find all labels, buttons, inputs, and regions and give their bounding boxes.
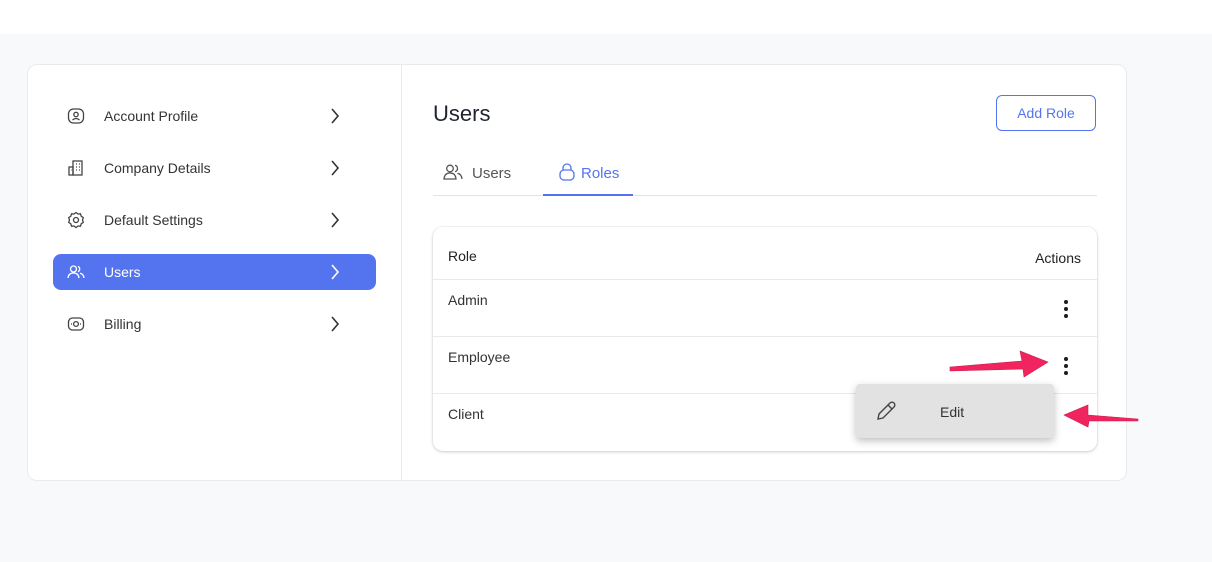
annotation-arrow-icon [949, 350, 1049, 378]
account-profile-icon [67, 108, 85, 124]
tab-users[interactable]: Users [441, 151, 531, 196]
chevron-right-icon [331, 108, 340, 124]
users-icon [67, 265, 85, 279]
sidebar-item-label: Billing [104, 316, 142, 332]
role-name: Employee [448, 349, 511, 365]
chevron-right-icon [331, 212, 340, 228]
building-icon [68, 160, 83, 176]
sidebar-item-label: Default Settings [104, 212, 203, 228]
billing-icon [67, 317, 85, 331]
add-role-button[interactable]: Add Role [996, 95, 1096, 131]
column-header-actions: Actions [1035, 250, 1081, 266]
row-actions-menu: Edit [856, 384, 1054, 438]
lock-icon [559, 163, 575, 181]
users-icon [443, 164, 463, 180]
role-name: Client [448, 406, 484, 422]
tab-label: Users [472, 165, 512, 182]
sidebar-item-label: Users [104, 264, 141, 280]
sidebar-item-default-settings[interactable]: Default Settings [53, 202, 376, 238]
pencil-icon [877, 401, 896, 420]
tab-bar: Users Roles [433, 151, 1097, 196]
column-header-role: Role [448, 248, 477, 264]
chevron-right-icon [331, 316, 340, 332]
sidebar-item-label: Company Details [104, 160, 211, 176]
sidebar-item-users[interactable]: Users [53, 254, 376, 290]
sidebar-item-account-profile[interactable]: Account Profile [53, 98, 376, 134]
menu-item-edit[interactable]: Edit [856, 384, 1054, 438]
menu-item-label: Edit [940, 404, 965, 420]
more-actions-icon[interactable] [1055, 354, 1077, 378]
chevron-right-icon [331, 160, 340, 176]
annotation-arrow-icon [1063, 404, 1139, 428]
more-actions-icon[interactable] [1055, 297, 1077, 321]
chevron-right-icon [331, 264, 340, 280]
role-name: Admin [448, 292, 488, 308]
table-row: Admin [433, 279, 1097, 336]
sidebar-item-billing[interactable]: Billing [53, 306, 376, 342]
settings-sidebar: Account Profile Company Details Default … [28, 65, 402, 480]
sidebar-item-label: Account Profile [104, 108, 199, 124]
gear-icon [67, 211, 85, 229]
tab-label: Roles [581, 165, 620, 182]
sidebar-item-company-details[interactable]: Company Details [53, 150, 376, 186]
tab-roles[interactable]: Roles [543, 151, 633, 196]
page-title: Users [433, 101, 491, 126]
